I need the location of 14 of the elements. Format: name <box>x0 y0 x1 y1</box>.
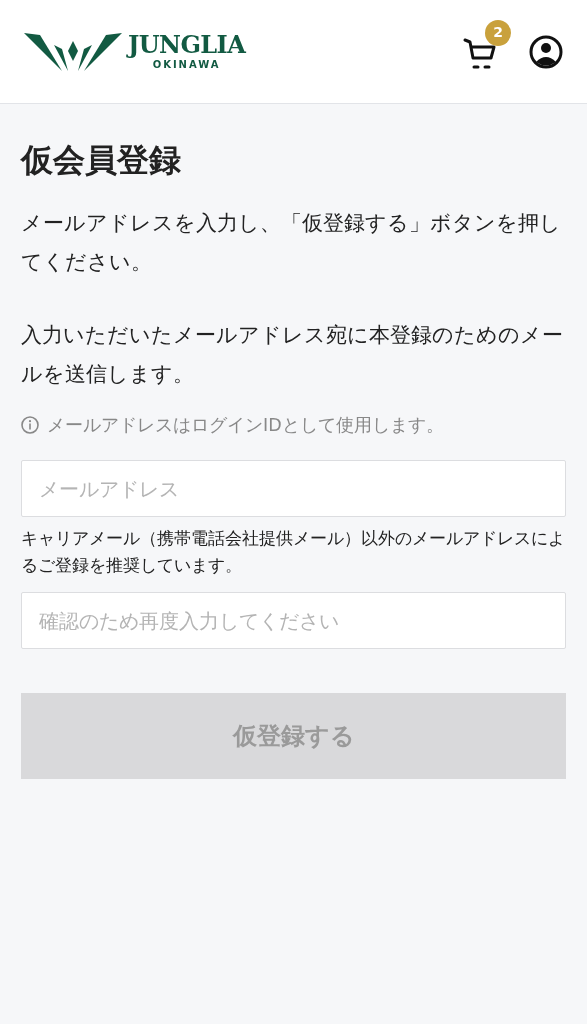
email-note: キャリアメール（携帯電話会社提供メール）以外のメールアドレスによるご登録を推奨しています。 <box>21 528 566 578</box>
brand-name: JUNGLIA <box>128 33 246 57</box>
info-icon <box>21 416 39 435</box>
logo-icon <box>24 30 122 73</box>
cart-count-badge: 2 <box>485 19 511 46</box>
brand-subtitle: OKINAWA <box>152 60 221 70</box>
instruction-text: メールアドレスを入力し、「仮登録する」ボタンを押してください。 <box>21 210 562 276</box>
cart-icon[interactable] <box>463 37 497 70</box>
page-title: 仮会員登録 <box>21 140 182 181</box>
info-text: メールアドレスはログインIDとして使用します。 <box>47 414 444 437</box>
instruction-text: 入力いただいたメールアドレス宛に本登録のためのメールを送信します。 <box>21 322 564 388</box>
account-icon[interactable] <box>529 34 563 69</box>
confirm-email-field[interactable]: 確認のため再度入力してください <box>21 592 566 650</box>
email-field[interactable]: メールアドレス <box>21 460 566 518</box>
